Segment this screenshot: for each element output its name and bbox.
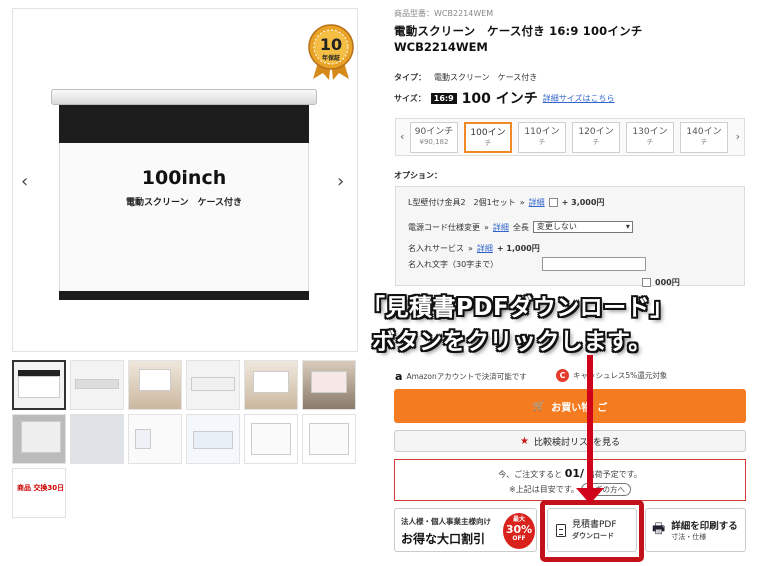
screen-surface: 100inch 電動スクリーン ケース付き — [59, 143, 309, 291]
compare-list-button[interactable]: ★ 比較検討リス を見る — [394, 430, 746, 452]
thumbnail-9[interactable] — [128, 414, 182, 464]
product-title: 電動スクリーン ケース付き 16:9 100インチ — [394, 24, 643, 38]
discount-badge: 最大 30% OFF — [503, 513, 535, 549]
print-details-button[interactable]: 🖶 詳細を印刷する 寸法・仕様 — [645, 508, 746, 552]
shipping-box: 今、ご注文すると 01/ 出荷予定です。 ※上記は目安です。 急ぎの方へ — [394, 459, 746, 501]
cart-icon: 🛒 — [532, 400, 546, 412]
product-code: 商品型番：WCB2214WEM — [394, 9, 494, 18]
main-product-image[interactable]: 100inch 電動スクリーン ケース付き 10 年保証 ‹ › — [12, 8, 358, 352]
corporate-discount-banner[interactable]: 法人様・個人事業主様向け お得な大口割引 最大 30% OFF — [394, 508, 537, 552]
screen-case — [51, 89, 317, 105]
screen-top-border — [59, 105, 309, 143]
add-to-cart-button[interactable]: 🛒 お買い物ご — [394, 389, 746, 423]
screen-sub-text: 電動スクリーン ケース付き — [125, 198, 243, 208]
thumbnail-7[interactable] — [12, 414, 66, 464]
option-wall-mount: L型壁付け金具2 2個1セット » 詳細 + 3,000円 — [408, 197, 605, 208]
thumbnail-10[interactable] — [186, 414, 240, 464]
size-value: 100 インチ — [461, 91, 538, 107]
power-cord-select[interactable]: 変更しない — [532, 221, 633, 233]
type-label: タイプ： — [394, 73, 426, 82]
size-option-100[interactable]: 100インチ — [464, 122, 512, 153]
screen-bottom-bar — [59, 291, 309, 300]
option-wall-mount-detail-link[interactable]: 詳細 — [529, 197, 545, 208]
options-label: オプション： — [394, 171, 442, 180]
amazon-icon: a — [395, 370, 403, 383]
ratio-badge: 16:9 — [430, 92, 457, 104]
ship-date: 01/ — [564, 467, 585, 480]
pdf-button-highlight — [540, 500, 644, 562]
size-selector: ‹ 90インチ ¥90,182 100インチ 110インチ 120インチ 130イ… — [395, 118, 745, 156]
thumbnail-1[interactable] — [12, 360, 66, 410]
size-option-120[interactable]: 120インチ — [572, 122, 620, 153]
warranty-badge-icon: 10 年保証 — [308, 24, 354, 80]
thumbnail-3[interactable] — [128, 360, 182, 410]
annotation-line-1: 「見積書PDFダウンロード」 — [362, 295, 674, 321]
size-next-icon[interactable]: › — [736, 130, 740, 143]
type-value: 電動スクリーン ケース付き — [434, 73, 538, 82]
option-power-cord: 電源コード仕様変更 » 詳細 全長 変更しない — [408, 221, 633, 233]
size-option-90[interactable]: 90インチ ¥90,182 — [410, 122, 458, 153]
thumbnail-4[interactable] — [186, 360, 240, 410]
thumbnail-2[interactable] — [70, 360, 124, 410]
badge-text: 年保証 — [322, 54, 340, 62]
thumbnail-13[interactable]: 商品 交換30日 — [12, 468, 66, 518]
cashless-icon: C — [556, 369, 569, 382]
size-option-110[interactable]: 110インチ — [518, 122, 566, 153]
screen-size-text: 100inch — [141, 167, 227, 189]
annotation-line-2: ボタンをクリックします。 — [372, 329, 652, 355]
size-option-140[interactable]: 140インチ — [680, 122, 728, 153]
thumbnail-5[interactable] — [244, 360, 298, 410]
gallery-prev-arrow-icon[interactable]: ‹ — [21, 171, 28, 192]
thumbnail-6[interactable] — [302, 360, 356, 410]
cashless-note: C キャッシュレス5%還元対象 — [556, 369, 667, 382]
option-name-service-detail-link[interactable]: 詳細 — [477, 243, 493, 254]
size-option-130[interactable]: 130インチ — [626, 122, 674, 153]
option-extra: 000円 — [642, 277, 680, 288]
thumbnail-12[interactable] — [302, 414, 356, 464]
size-label: サイズ： — [394, 93, 426, 103]
option-name-text: 名入れ文字（30字まで） — [408, 257, 647, 271]
options-panel: L型壁付け金具2 2個1セット » 詳細 + 3,000円 電源コード仕様変更 »… — [395, 186, 745, 288]
thumbnail-11[interactable] — [244, 414, 298, 464]
size-prev-icon[interactable]: ‹ — [400, 130, 404, 143]
star-icon: ★ — [520, 435, 529, 447]
badge-number: 10 — [320, 35, 342, 54]
name-text-input[interactable] — [542, 257, 647, 271]
printer-icon: 🖶 — [652, 521, 666, 537]
annotation-arrow-shaft — [587, 355, 593, 495]
amazon-pay-note: a Amazonアカウントで決済可能です — [395, 370, 527, 383]
product-title-code: WCB2214WEM — [394, 40, 488, 54]
annotation-arrow-head-icon — [576, 488, 604, 504]
size-row: サイズ： 16:9 100 インチ 詳細サイズはこちら — [394, 88, 615, 108]
type-row: タイプ： 電動スクリーン ケース付き — [394, 72, 537, 83]
gallery-next-arrow-icon[interactable]: › — [337, 171, 344, 192]
option-name-service: 名入れサービス » 詳細 + 1,000円 — [408, 243, 540, 254]
option-wall-mount-checkbox[interactable] — [548, 198, 558, 207]
size-detail-link[interactable]: 詳細サイズはこちら — [543, 93, 615, 104]
thumbnail-8[interactable] — [70, 414, 124, 464]
option-extra-checkbox[interactable] — [642, 278, 651, 287]
option-power-cord-detail-link[interactable]: 詳細 — [493, 222, 509, 233]
